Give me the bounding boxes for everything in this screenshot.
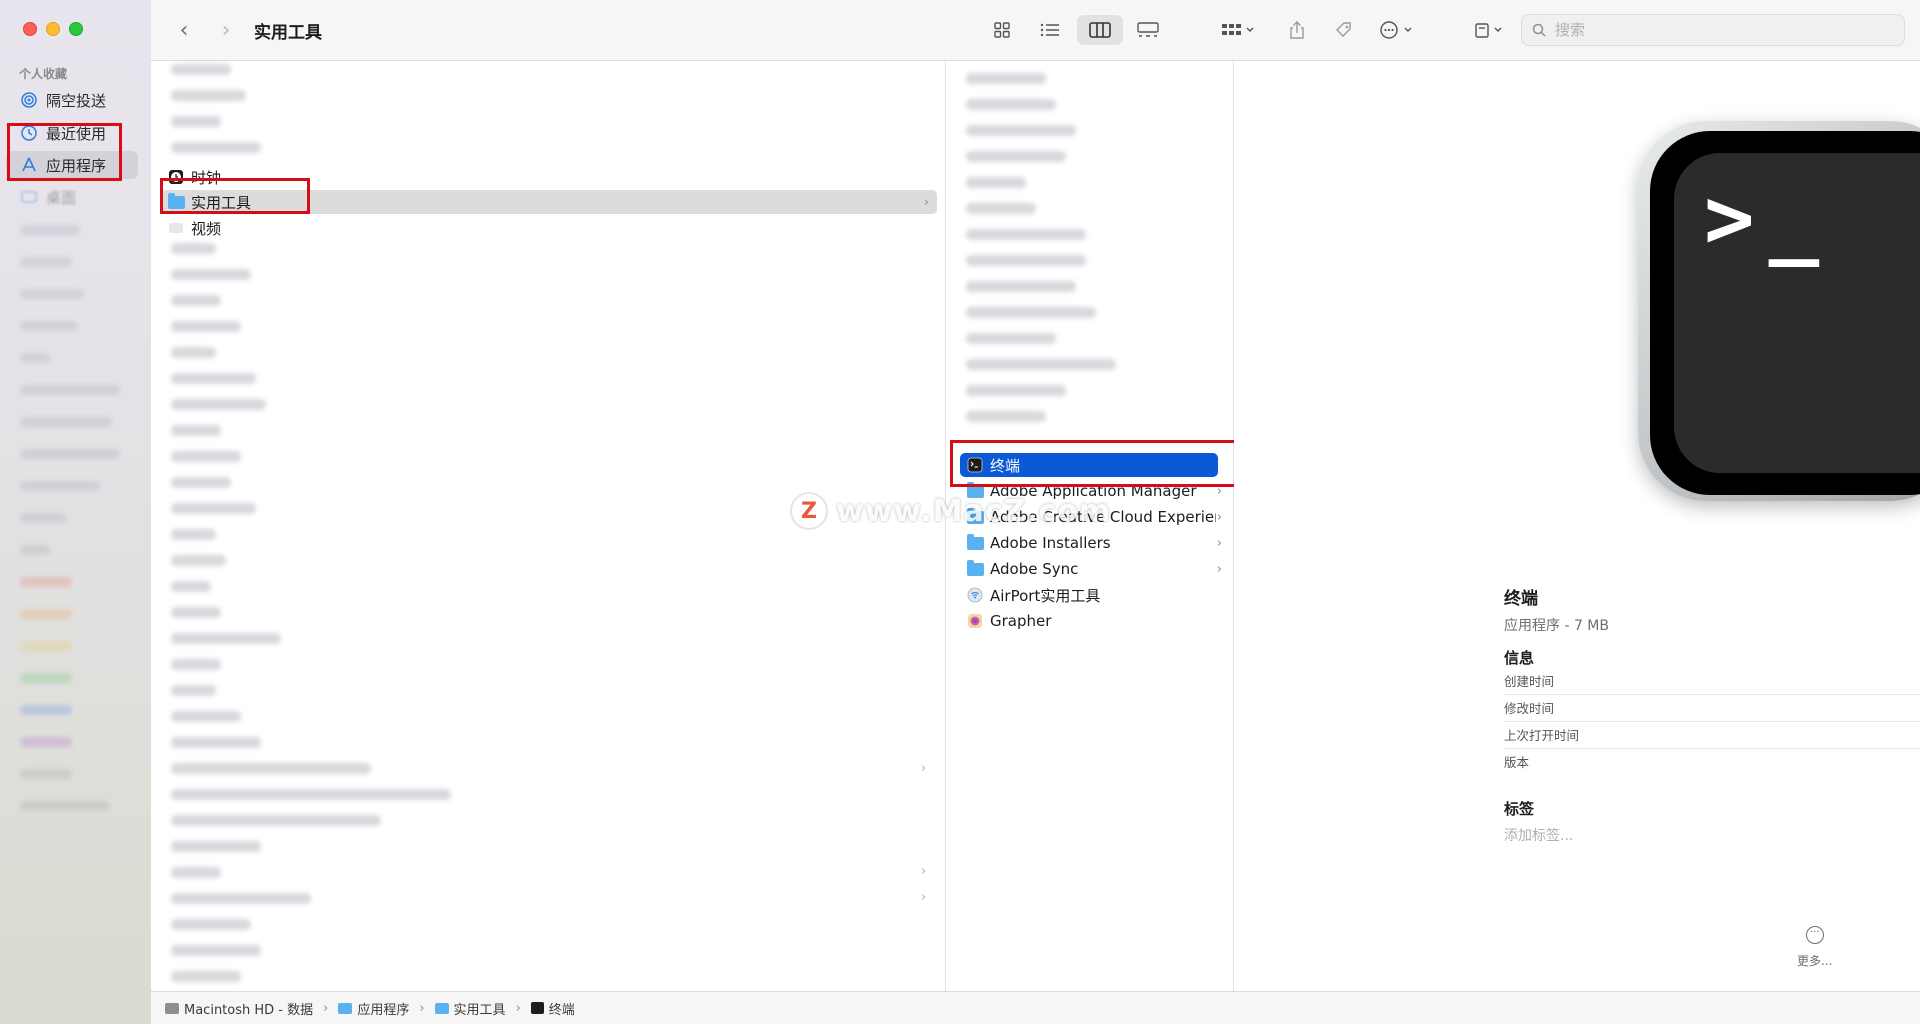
tags-button[interactable] [1331, 15, 1357, 45]
path-item-disk[interactable]: Macintosh HD - 数据 [165, 999, 313, 1018]
share-button[interactable] [1284, 15, 1310, 45]
more-button[interactable]: ··· 更多... [1797, 926, 1832, 969]
search-icon [1532, 23, 1546, 37]
list-item-airport-utility[interactable]: AirPort实用工具 [966, 583, 1230, 607]
back-button[interactable]: ‹ [171, 17, 197, 43]
window-title: 实用工具 [254, 23, 322, 43]
blurred-entries-bottom [171, 243, 451, 997]
path-separator: › [323, 1000, 329, 1016]
icon-view-button[interactable] [987, 15, 1017, 45]
info-field-last-opened: 上次打开时间 [1504, 722, 1920, 749]
sidebar-heading-favorites: 个人收藏 [19, 67, 68, 81]
airdrop-icon [20, 91, 38, 109]
more-options-icon [1380, 21, 1412, 39]
info-field-created: 创建时间 [1504, 668, 1920, 695]
file-info: 终端 应用程序 - 7 MB 信息 创建时间 修改时间 上次打开时间 版本 标签… [1504, 584, 1920, 845]
info-heading: 信息 [1504, 649, 1535, 667]
chevron-left-icon: ‹ [179, 17, 189, 43]
group-grid-icon [1222, 24, 1254, 35]
chevron-right-icon: › [221, 17, 231, 43]
chevron-right-icon: › [1216, 509, 1222, 525]
watermark: Z www.MacZ.com [790, 492, 1111, 530]
forward-button[interactable]: › [213, 17, 239, 43]
preview-file-kind: 应用程序 - 7 MB [1504, 618, 1609, 634]
blurred-entries-top [171, 64, 261, 168]
video-icon [167, 219, 185, 237]
toolbar: ‹ › 实用工具 [151, 0, 1920, 61]
list-item-label: 视频 [191, 219, 222, 238]
search-field[interactable] [1521, 14, 1905, 46]
path-bar: Macintosh HD - 数据 › 应用程序 › 实用工具 › 终端 [151, 991, 1920, 1024]
gallery-view-button[interactable] [1132, 15, 1164, 45]
annotation-highlight-utilities [160, 178, 310, 214]
zoom-window-button[interactable] [69, 22, 83, 36]
chevron-right-icon: › [921, 761, 927, 776]
airport-icon [966, 586, 984, 604]
action-menu-button[interactable] [1376, 15, 1422, 45]
column-view-button[interactable] [1077, 15, 1123, 45]
quick-actions-button[interactable] [1471, 15, 1511, 45]
path-separator: › [515, 1000, 521, 1016]
grid-icon [994, 22, 1010, 38]
watermark-logo-icon: Z [790, 492, 828, 530]
list-item-label: AirPort实用工具 [990, 586, 1101, 605]
watermark-text: www.MacZ.com [836, 493, 1112, 529]
columns-icon [1089, 22, 1111, 38]
desktop-icon [20, 188, 38, 206]
preview-pane: >_ 终端 应用程序 - 7 MB 信息 创建时间 修改时间 上次打开时间 版本… [1234, 61, 1920, 991]
blurred-entries [966, 73, 1116, 437]
hard-drive-icon [165, 1002, 179, 1014]
tag-icon [1336, 22, 1351, 37]
path-item-terminal[interactable]: 终端 [530, 999, 575, 1018]
sidebar-item-desktop[interactable]: 桌面 [6, 183, 138, 211]
annotation-highlight-terminal [950, 440, 1262, 487]
sidebar-item-airdrop[interactable]: 隔空投送 [6, 86, 138, 114]
terminal-icon [530, 1002, 544, 1014]
sidebar-item-label: 桌面 [46, 188, 77, 207]
path-separator: › [419, 1000, 425, 1016]
more-label: 更多... [1797, 954, 1833, 968]
close-window-button[interactable] [23, 22, 37, 36]
list-view-button[interactable] [1035, 15, 1065, 45]
chevron-right-icon: › [921, 890, 927, 905]
sidebar-blurred-items [20, 225, 120, 833]
group-menu-button[interactable] [1217, 15, 1261, 45]
info-field-version: 版本 [1504, 755, 1530, 770]
search-input[interactable] [1555, 21, 1875, 39]
minimize-window-button[interactable] [46, 22, 60, 36]
bin-icon [1475, 23, 1502, 38]
window-controls [23, 22, 83, 36]
preview-file-name: 终端 [1504, 589, 1538, 609]
info-field-modified: 修改时间 [1504, 695, 1920, 722]
path-item-applications[interactable]: 应用程序 [338, 999, 409, 1018]
list-item-label: Adobe Installers [990, 534, 1111, 552]
list-item-video[interactable]: 视频 [167, 216, 777, 240]
path-item-utilities[interactable]: 实用工具 [434, 999, 506, 1018]
folder-icon [966, 559, 984, 578]
gallery-icon [1137, 22, 1159, 37]
tags-heading: 标签 [1504, 800, 1535, 818]
sidebar-item-label: 隔空投送 [46, 91, 107, 110]
chevron-right-icon: › [923, 194, 929, 210]
more-options-icon: ··· [1805, 926, 1824, 944]
list-icon [1040, 23, 1059, 37]
list-item-grapher[interactable]: Grapher [966, 609, 1230, 633]
list-item-adobe-installers[interactable]: Adobe Installers › [966, 531, 1230, 555]
folder-icon [338, 1002, 353, 1014]
folder-icon [966, 533, 984, 552]
list-item-label: Adobe Sync [990, 560, 1079, 578]
share-icon [1290, 21, 1304, 39]
add-tags-field[interactable]: 添加标签... [1504, 825, 1920, 845]
list-item-adobe-sync[interactable]: Adobe Sync › [966, 557, 1230, 581]
chevron-right-icon: › [1216, 561, 1222, 577]
grapher-icon [966, 612, 984, 630]
annotation-highlight-sidebar [7, 123, 122, 181]
folder-icon [434, 1002, 449, 1014]
list-item-label: Grapher [990, 612, 1052, 630]
chevron-right-icon: › [921, 864, 927, 879]
chevron-right-icon: › [1216, 535, 1222, 551]
